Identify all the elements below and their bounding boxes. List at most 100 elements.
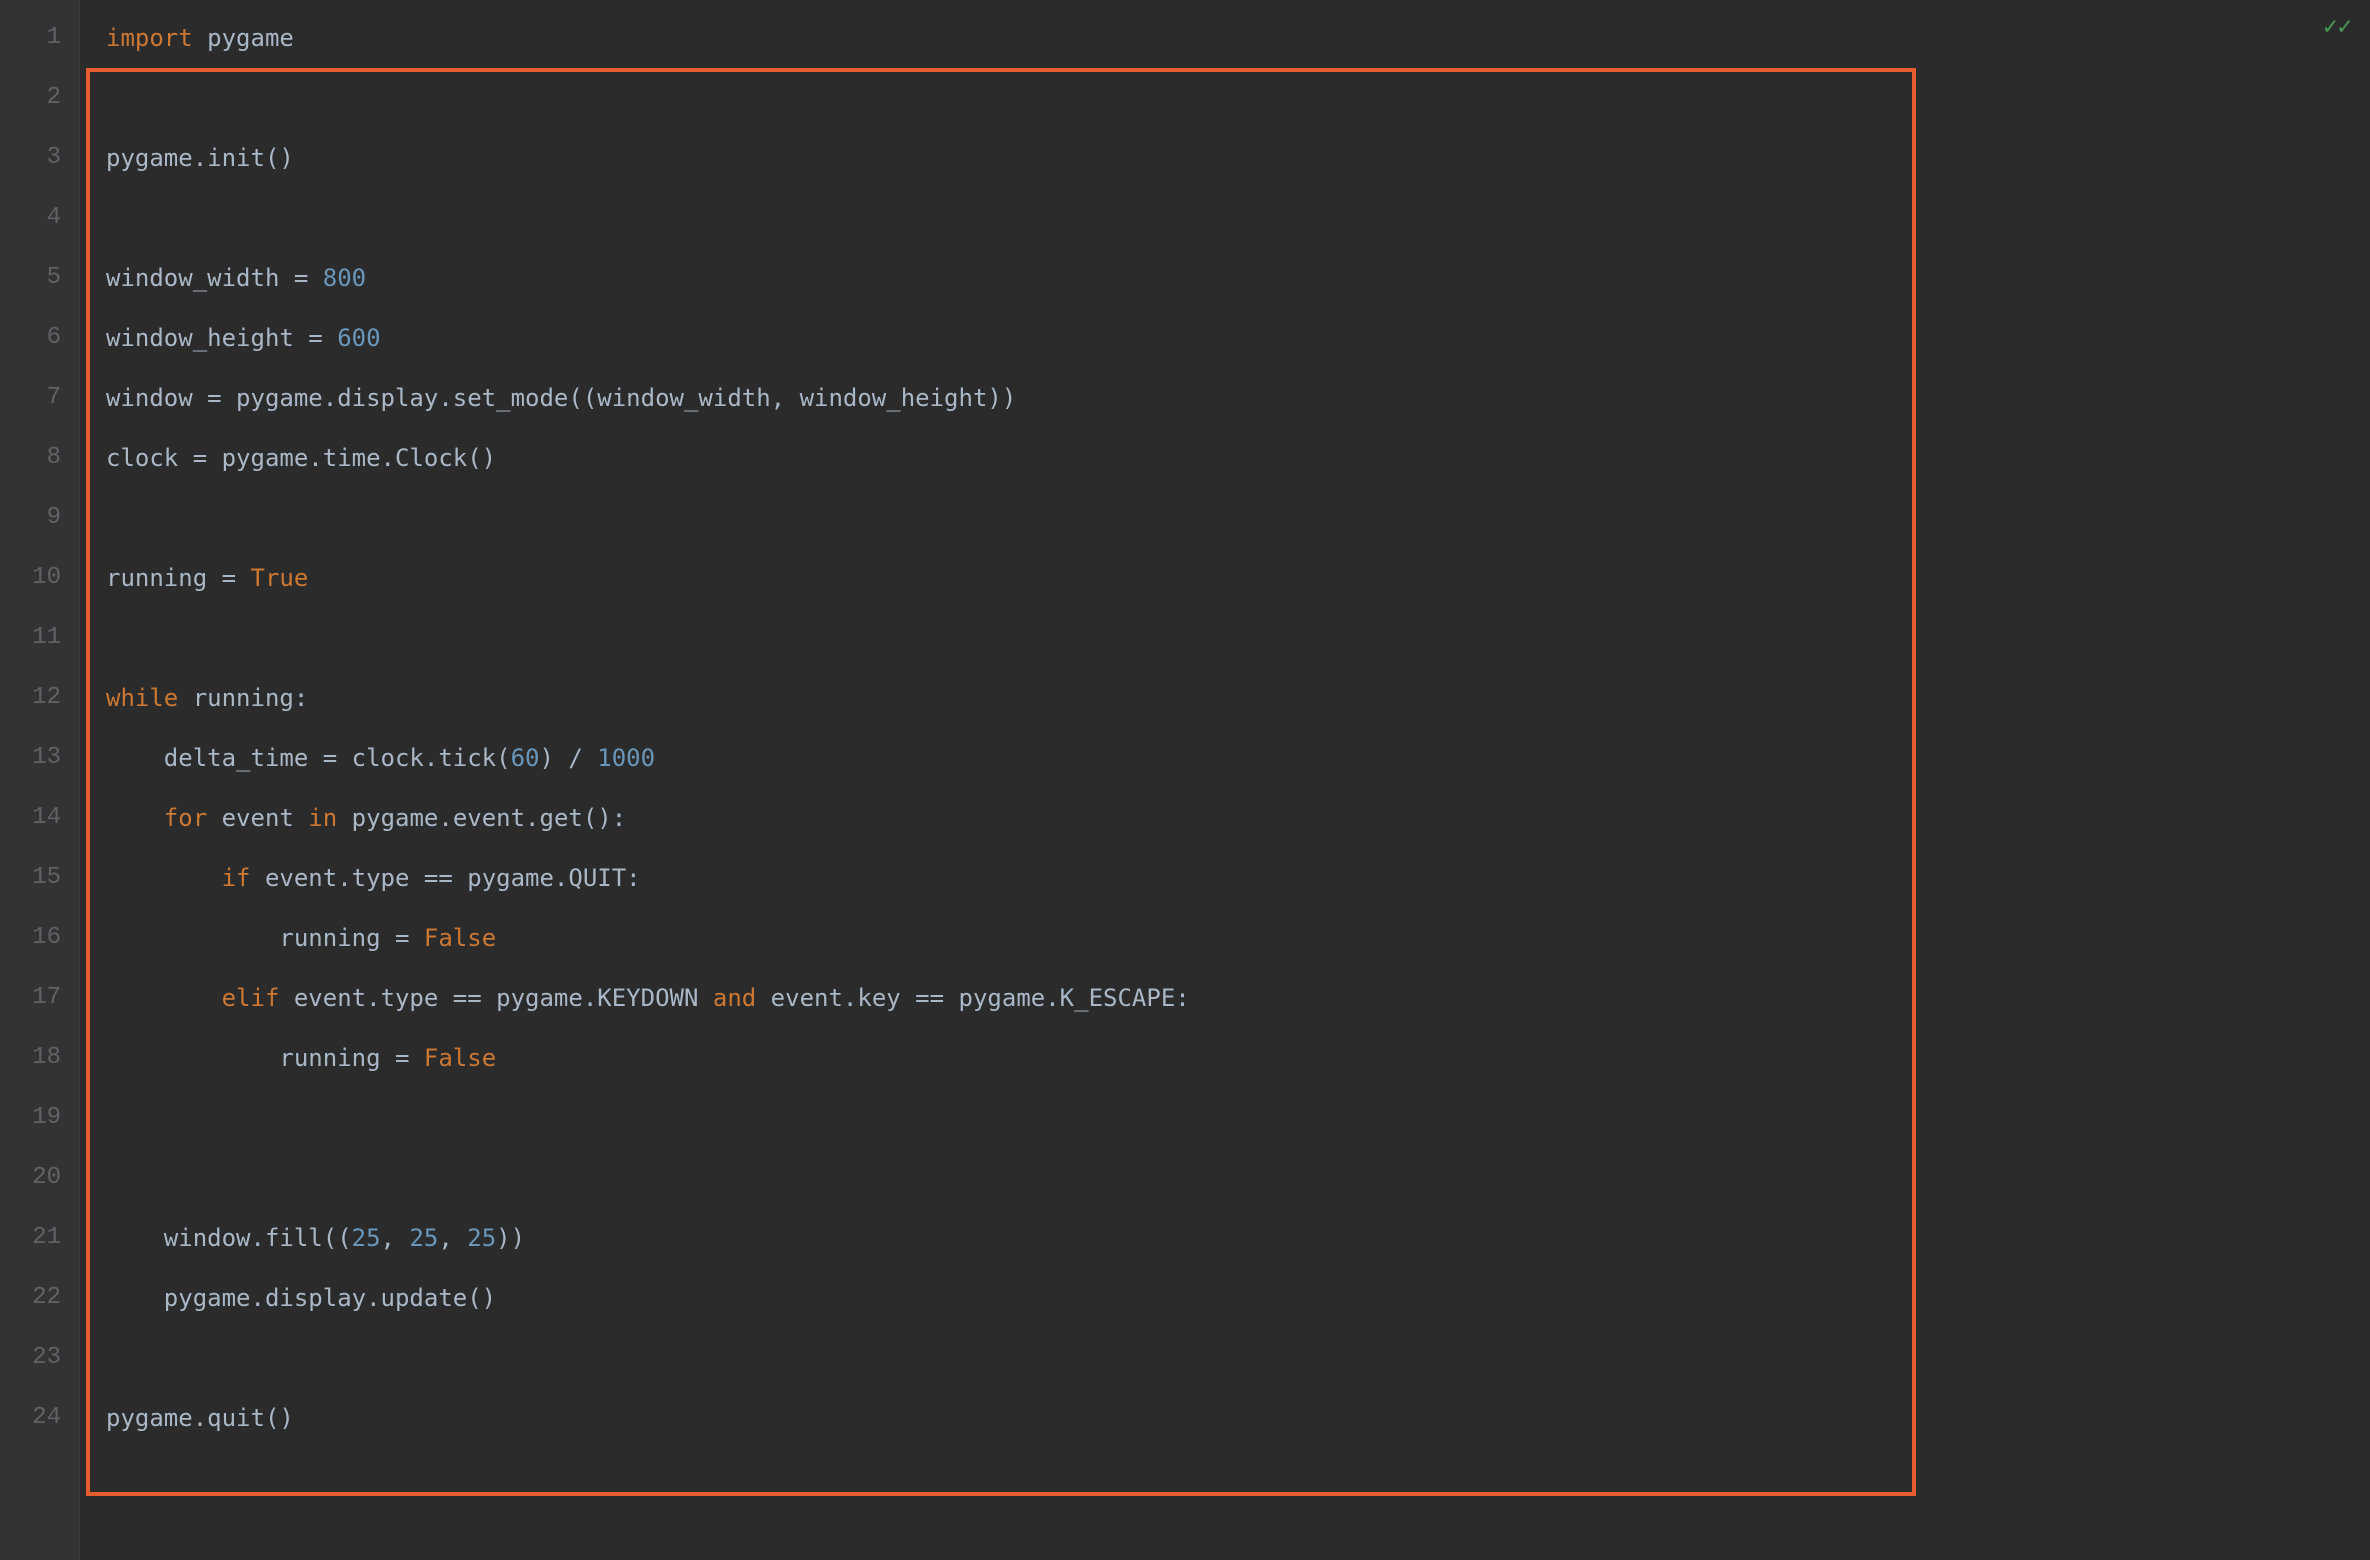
token-kw[interactable]: if xyxy=(222,864,251,892)
token-kw[interactable]: elif xyxy=(222,984,280,1012)
code-line[interactable]: pygame.display.update() xyxy=(94,1268,2370,1328)
token-id[interactable]: event.type == pygame.KEYDOWN xyxy=(279,984,712,1012)
code-line[interactable] xyxy=(94,488,2370,548)
token-id[interactable]: pygame.quit() xyxy=(106,1404,294,1432)
line-number[interactable]: 5 xyxy=(12,248,61,308)
token-id[interactable]: window_width = xyxy=(106,264,323,292)
code-line-text[interactable]: running = True xyxy=(106,564,308,592)
code-line[interactable] xyxy=(94,1088,2370,1148)
token-num[interactable]: 600 xyxy=(337,324,380,352)
line-number[interactable]: 8 xyxy=(12,428,61,488)
line-number[interactable]: 15 xyxy=(12,848,61,908)
code-line[interactable]: running = False xyxy=(94,908,2370,968)
code-line[interactable]: elif event.type == pygame.KEYDOWN and ev… xyxy=(94,968,2370,1028)
line-number[interactable]: 4 xyxy=(12,188,61,248)
token-num[interactable]: 25 xyxy=(409,1224,438,1252)
token-id[interactable]: running: xyxy=(178,684,308,712)
token-id[interactable]: )) xyxy=(496,1224,525,1252)
token-id[interactable]: clock = pygame.time.Clock() xyxy=(106,444,496,472)
token-id[interactable]: window_height = xyxy=(106,324,337,352)
token-id[interactable] xyxy=(106,864,222,892)
token-id[interactable]: , xyxy=(381,1224,410,1252)
token-kw[interactable]: while xyxy=(106,684,178,712)
token-kw[interactable]: in xyxy=(308,804,337,832)
token-id[interactable]: pygame xyxy=(207,24,294,52)
token-num[interactable]: 1000 xyxy=(597,744,655,772)
code-line-text[interactable]: pygame.quit() xyxy=(106,1404,294,1432)
code-line[interactable]: while running: xyxy=(94,668,2370,728)
token-id[interactable]: running = xyxy=(106,924,424,952)
code-line[interactable]: window_width = 800 xyxy=(94,248,2370,308)
code-line-text[interactable]: window_width = 800 xyxy=(106,264,366,292)
token-id[interactable]: ) / xyxy=(539,744,597,772)
code-line-text[interactable]: running = False xyxy=(106,1044,496,1072)
token-id[interactable] xyxy=(106,804,164,832)
code-line-text[interactable]: window.fill((25, 25, 25)) xyxy=(106,1224,525,1252)
code-line-text[interactable]: window = pygame.display.set_mode((window… xyxy=(106,384,1016,412)
token-num[interactable]: 60 xyxy=(511,744,540,772)
code-editor[interactable]: 123456789101112131415161718192021222324 … xyxy=(0,0,2370,1560)
token-num[interactable]: 800 xyxy=(323,264,366,292)
code-content[interactable]: import pygame pygame.init() window_width =… xyxy=(94,8,2370,1448)
line-number[interactable]: 1 xyxy=(12,8,61,68)
line-number[interactable]: 7 xyxy=(12,368,61,428)
code-line[interactable] xyxy=(94,608,2370,668)
code-line-text[interactable]: if event.type == pygame.QUIT: xyxy=(106,864,641,892)
line-number[interactable]: 19 xyxy=(12,1088,61,1148)
token-id[interactable]: running = xyxy=(106,564,251,592)
line-number[interactable]: 12 xyxy=(12,668,61,728)
token-id[interactable]: event xyxy=(207,804,308,832)
line-number[interactable]: 6 xyxy=(12,308,61,368)
code-line-text[interactable]: for event in pygame.event.get(): xyxy=(106,804,626,832)
token-kw[interactable]: import xyxy=(106,24,193,52)
line-number-gutter[interactable]: 123456789101112131415161718192021222324 xyxy=(0,0,80,1560)
token-op[interactable] xyxy=(193,24,207,52)
code-line-text[interactable]: import pygame xyxy=(106,24,294,52)
code-line[interactable] xyxy=(94,68,2370,128)
code-line[interactable] xyxy=(94,188,2370,248)
token-num[interactable]: 25 xyxy=(467,1224,496,1252)
code-line[interactable]: window.fill((25, 25, 25)) xyxy=(94,1208,2370,1268)
line-number[interactable]: 23 xyxy=(12,1328,61,1388)
token-id[interactable]: pygame.event.get(): xyxy=(337,804,626,832)
line-number[interactable]: 16 xyxy=(12,908,61,968)
token-id[interactable]: , xyxy=(438,1224,467,1252)
code-area[interactable]: ✓✓ import pygamepygame.init()window_widt… xyxy=(80,0,2370,1560)
code-line-text[interactable]: running = False xyxy=(106,924,496,952)
code-line[interactable]: clock = pygame.time.Clock() xyxy=(94,428,2370,488)
line-number[interactable]: 17 xyxy=(12,968,61,1028)
token-kw[interactable]: and xyxy=(713,984,756,1012)
line-number[interactable]: 13 xyxy=(12,728,61,788)
code-line-text[interactable]: pygame.display.update() xyxy=(106,1284,496,1312)
code-line[interactable] xyxy=(94,1328,2370,1388)
line-number[interactable]: 2 xyxy=(12,68,61,128)
line-number[interactable]: 3 xyxy=(12,128,61,188)
code-line[interactable]: pygame.quit() xyxy=(94,1388,2370,1448)
line-number[interactable]: 20 xyxy=(12,1148,61,1208)
token-id[interactable]: pygame.display.update() xyxy=(106,1284,496,1312)
line-number[interactable]: 10 xyxy=(12,548,61,608)
code-line[interactable] xyxy=(94,1148,2370,1208)
code-line[interactable]: window_height = 600 xyxy=(94,308,2370,368)
token-const[interactable]: False xyxy=(424,924,496,952)
token-id[interactable]: window.fill(( xyxy=(106,1224,352,1252)
token-const[interactable]: False xyxy=(424,1044,496,1072)
token-id[interactable]: event.key == pygame.K_ESCAPE: xyxy=(756,984,1189,1012)
line-number[interactable]: 24 xyxy=(12,1388,61,1448)
token-id[interactable]: event.type == pygame.QUIT: xyxy=(251,864,641,892)
line-number[interactable]: 21 xyxy=(12,1208,61,1268)
line-number[interactable]: 9 xyxy=(12,488,61,548)
code-line-text[interactable]: delta_time = clock.tick(60) / 1000 xyxy=(106,744,655,772)
token-id[interactable]: delta_time = clock.tick( xyxy=(106,744,511,772)
code-line[interactable]: window = pygame.display.set_mode((window… xyxy=(94,368,2370,428)
code-line[interactable]: for event in pygame.event.get(): xyxy=(94,788,2370,848)
token-id[interactable]: pygame.init() xyxy=(106,144,294,172)
token-id[interactable] xyxy=(106,984,222,1012)
code-line[interactable]: delta_time = clock.tick(60) / 1000 xyxy=(94,728,2370,788)
code-line[interactable]: running = True xyxy=(94,548,2370,608)
code-line-text[interactable]: window_height = 600 xyxy=(106,324,381,352)
token-num[interactable]: 25 xyxy=(352,1224,381,1252)
line-number[interactable]: 11 xyxy=(12,608,61,668)
code-line[interactable]: pygame.init() xyxy=(94,128,2370,188)
code-line[interactable]: import pygame xyxy=(94,8,2370,68)
